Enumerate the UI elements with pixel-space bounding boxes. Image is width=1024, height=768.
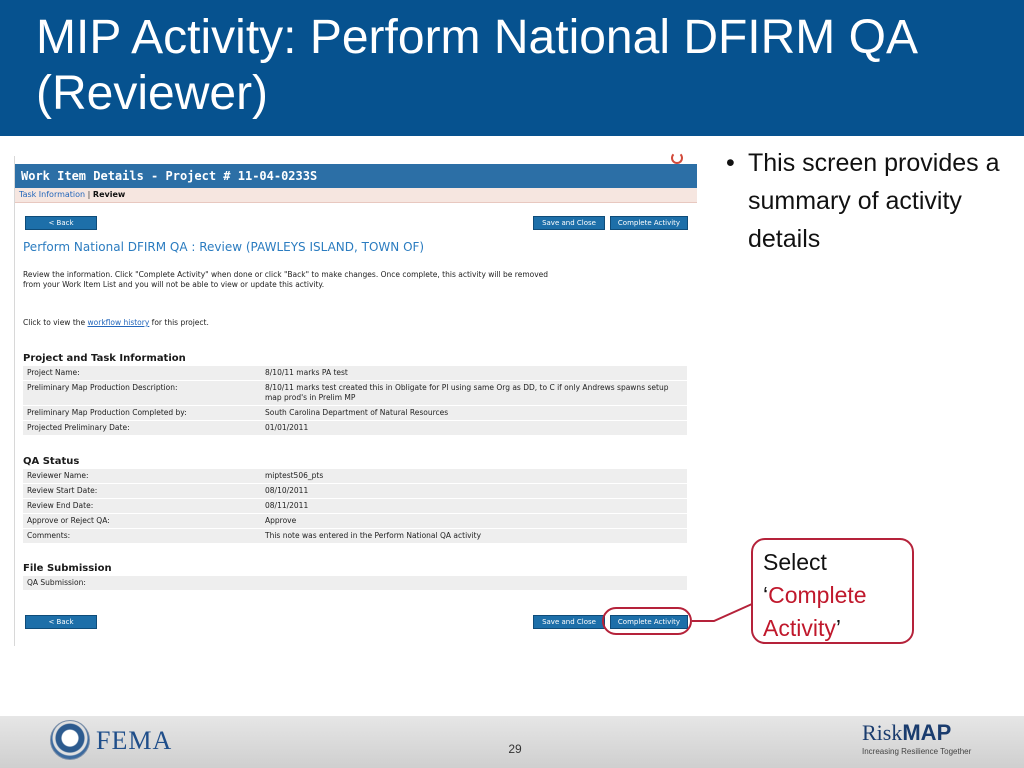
bullet-dot: • [726, 149, 735, 177]
riskmap-tagline: Increasing Resilience Together [862, 747, 972, 756]
callout-box: Select ‘Complete Activity’ [751, 538, 914, 644]
callout-highlight: Complete Activity [763, 582, 867, 641]
callout-close-quote: ’ [835, 615, 841, 641]
bullet-item: • This screen provides a summary of activ… [726, 144, 1006, 258]
bullet-text: This screen provides a summary of activi… [748, 149, 1000, 253]
fema-logo: FEMA [96, 726, 173, 755]
riskmap-logo: RiskMAP [862, 720, 951, 746]
dhs-seal-icon [50, 720, 90, 760]
callout-select: Select [763, 549, 827, 575]
bullet-list: • This screen provides a summary of activ… [726, 144, 1006, 258]
riskmap-map: MAP [902, 720, 952, 745]
page-number: 29 [508, 742, 522, 756]
riskmap-risk: Risk [862, 720, 903, 745]
callout-connector [692, 603, 753, 622]
